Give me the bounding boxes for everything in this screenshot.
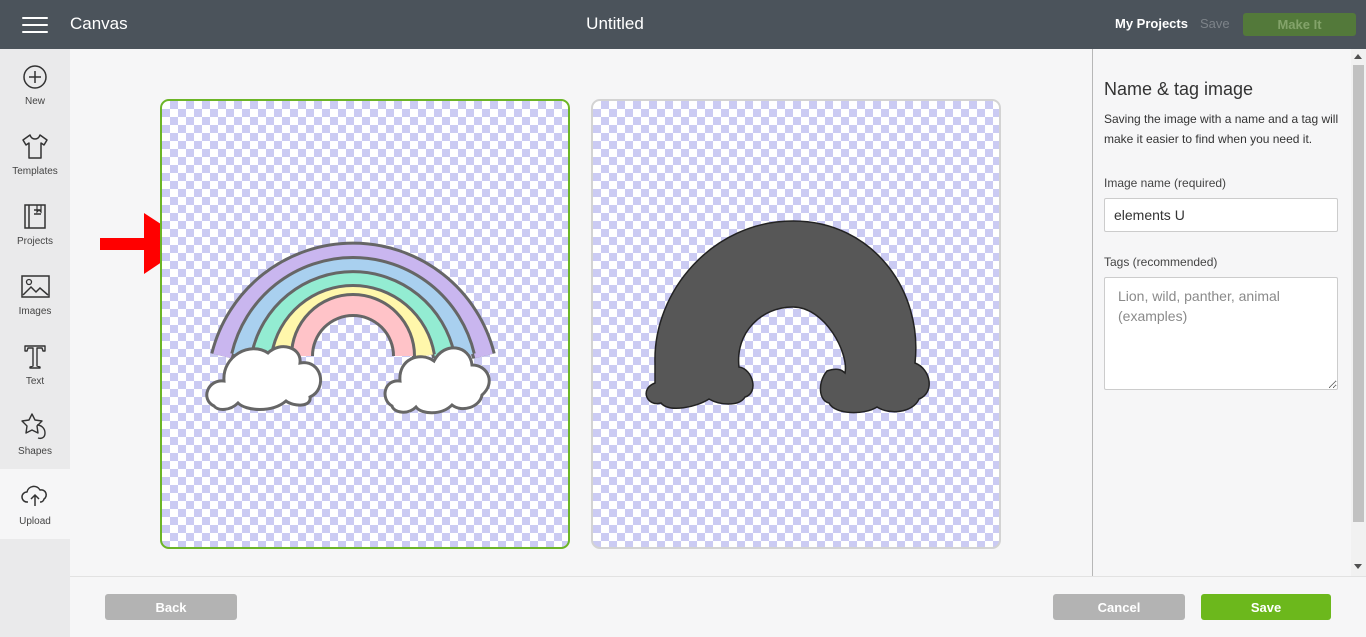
image-icon <box>21 275 50 298</box>
sidebar-item-label: Upload <box>19 516 51 527</box>
projects-book-icon <box>24 204 46 229</box>
main-preview-area <box>70 49 1092 576</box>
sidebar-item-label: Shapes <box>18 446 52 457</box>
sidebar-item-shapes[interactable]: Shapes <box>0 399 70 469</box>
save-button[interactable]: Save <box>1201 594 1331 620</box>
image-name-input[interactable] <box>1104 198 1338 232</box>
scrollbar-thumb[interactable] <box>1353 65 1364 522</box>
image-name-label: Image name (required) <box>1104 176 1227 190</box>
name-tag-panel: Name & tag image Saving the image with a… <box>1092 49 1351 576</box>
bottom-action-bar: Back Cancel Save <box>70 576 1366 637</box>
scroll-down-arrow-icon[interactable] <box>1354 564 1362 569</box>
document-title[interactable]: Untitled <box>0 14 1230 34</box>
sidebar-item-new[interactable]: New <box>0 49 70 119</box>
left-sidebar: New Templates Projects Images Text Shape… <box>0 49 70 637</box>
sidebar-item-upload[interactable]: Upload <box>0 469 70 539</box>
sidebar-item-label: Templates <box>12 166 58 177</box>
back-button[interactable]: Back <box>105 594 237 620</box>
cut-preview[interactable] <box>591 99 1001 549</box>
cloud-upload-icon <box>21 485 47 506</box>
sidebar-item-text[interactable]: Text <box>0 329 70 399</box>
cancel-button[interactable]: Cancel <box>1053 594 1185 620</box>
plus-circle-icon <box>23 65 47 89</box>
tags-input[interactable] <box>1104 277 1338 390</box>
sidebar-item-label: Images <box>18 306 52 317</box>
tshirt-icon <box>22 134 48 159</box>
panel-description: Saving the image with a name and a tag w… <box>1104 112 1339 146</box>
my-projects-link[interactable]: My Projects <box>1115 16 1188 31</box>
make-it-button[interactable]: Make It <box>1243 13 1356 36</box>
shapes-icon <box>21 413 46 440</box>
tags-label: Tags (recommended) <box>1104 255 1218 269</box>
rainbow-image <box>205 241 496 415</box>
panel-title: Name & tag image <box>1104 79 1254 99</box>
top-save-button[interactable]: Save <box>1200 16 1230 31</box>
sidebar-item-images[interactable]: Images <box>0 259 70 329</box>
sidebar-item-label: Projects <box>16 236 54 247</box>
top-bar: Canvas Untitled My Projects Save Make It <box>0 0 1366 49</box>
original-image-preview[interactable] <box>160 99 570 549</box>
sidebar-item-label: New <box>24 96 45 107</box>
scroll-up-arrow-icon[interactable] <box>1354 54 1362 59</box>
sidebar-item-templates[interactable]: Templates <box>0 119 70 189</box>
rainbow-silhouette <box>645 220 930 414</box>
sidebar-item-projects[interactable]: Projects <box>0 189 70 259</box>
text-t-icon <box>24 345 46 369</box>
panel-scrollbar[interactable] <box>1351 49 1366 576</box>
sidebar-item-label: Text <box>25 376 45 387</box>
